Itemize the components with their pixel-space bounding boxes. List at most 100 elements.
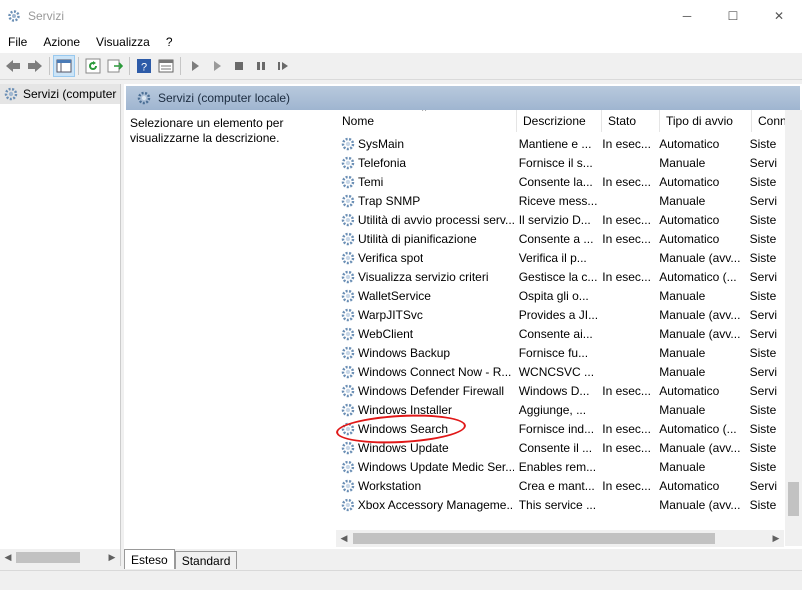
close-button[interactable]: ✕ <box>756 0 802 31</box>
column-header-description[interactable]: Descrizione <box>517 110 602 132</box>
forward-button[interactable] <box>24 55 46 77</box>
service-description: Crea e mant... <box>518 478 595 493</box>
service-state: In esec... <box>602 421 651 436</box>
service-name: WarpJITSvc <box>358 307 423 322</box>
scrollbar-thumb[interactable] <box>353 533 715 544</box>
service-state: In esec... <box>602 212 651 227</box>
service-logon: Servi <box>749 193 777 208</box>
scrollbar-thumb[interactable] <box>788 482 799 516</box>
service-startup-type: Automatico <box>659 478 720 493</box>
start-service-alt-button[interactable] <box>206 55 228 77</box>
console-tree-icon <box>56 59 72 73</box>
table-row[interactable]: Windows Search Fornisce ind... In esec... A… <box>336 419 784 438</box>
menu-azione[interactable]: Azione <box>35 35 88 49</box>
help-button[interactable]: ? <box>133 55 155 77</box>
status-bar <box>0 570 802 590</box>
service-name-cell: Trap SNMP <box>336 193 514 209</box>
service-description: Verifica il p... <box>518 250 587 265</box>
table-row[interactable]: WarpJITSvc Provides a JI... Manuale (avv..… <box>336 305 784 324</box>
start-service-button[interactable] <box>184 55 206 77</box>
service-name: Visualizza servizio criteri <box>358 269 489 284</box>
export-list-button[interactable] <box>104 55 126 77</box>
toolbar-separator <box>129 57 130 75</box>
service-description: Aggiunge, ... <box>518 402 587 417</box>
table-row[interactable]: WalletService Ospita gli o... Manuale Siste <box>336 286 784 305</box>
table-row[interactable]: Temi Consente la... In esec... Automatico Si… <box>336 172 784 191</box>
column-header-name[interactable]: ^ Nome <box>336 110 517 132</box>
list-horizontal-scrollbar[interactable]: ◀ ▶ <box>336 530 784 547</box>
table-row[interactable]: Windows Backup Fornisce fu... Manuale Siste <box>336 343 784 362</box>
table-row[interactable]: Verifica spot Verifica il p... Manuale (av… <box>336 248 784 267</box>
table-row[interactable]: Windows Defender Firewall Windows D... In … <box>336 381 784 400</box>
table-row[interactable]: Windows Installer Aggiunge, ... Manuale Sis… <box>336 400 784 419</box>
table-row[interactable]: Windows Update Consente il ... In esec... M… <box>336 438 784 457</box>
service-name-cell: Windows Search <box>336 421 514 437</box>
menu-help[interactable]: ? <box>158 35 181 49</box>
menu-visualizza[interactable]: Visualizza <box>88 35 158 49</box>
minimize-button[interactable]: ─ <box>664 0 710 31</box>
pane-title: Servizi (computer locale) <box>158 91 291 105</box>
properties-button[interactable] <box>155 55 177 77</box>
service-description: WCNCSVC ... <box>518 364 595 379</box>
scroll-left-arrow-icon[interactable]: ◀ <box>0 549 16 566</box>
table-row[interactable]: WebClient Consente ai... Manuale (avv... Se… <box>336 324 784 343</box>
service-logon: Siste <box>749 136 777 151</box>
table-row[interactable]: Windows Connect Now - R... WCNCSVC ... Man… <box>336 362 784 381</box>
table-row[interactable]: SysMain Mantiene e ... In esec... Automatic… <box>336 134 784 153</box>
service-startup-type: Manuale (avv... <box>659 326 741 341</box>
service-gear-icon <box>340 307 356 323</box>
service-description: Fornisce ind... <box>518 421 595 436</box>
table-row[interactable]: Xbox Accessory Manageme... This service .… <box>336 495 784 514</box>
table-row[interactable]: Visualizza servizio criteri Gestisce la c… <box>336 267 784 286</box>
table-row[interactable]: Windows Update Medic Ser... Enables rem..… <box>336 457 784 476</box>
service-gear-icon <box>340 421 356 437</box>
table-row[interactable]: Telefonia Fornisce il s... Manuale Servi <box>336 153 784 172</box>
column-header-startup[interactable]: Tipo di avvio <box>660 110 752 132</box>
table-row[interactable]: Trap SNMP Riceve mess... Manuale Servi <box>336 191 784 210</box>
service-name: WalletService <box>358 288 431 303</box>
service-name-cell: Windows Connect Now - R... <box>336 364 514 380</box>
scrollbar-thumb[interactable] <box>16 552 80 563</box>
service-description: Consente la... <box>518 174 593 189</box>
table-row[interactable]: Workstation Crea e mant... In esec... Autom… <box>336 476 784 495</box>
show-tree-button[interactable] <box>53 55 75 77</box>
tree-horizontal-scrollbar[interactable]: ◀ ▶ <box>0 549 120 566</box>
services-gear-icon <box>4 87 18 101</box>
service-gear-icon <box>340 364 356 380</box>
service-name-cell: Xbox Accessory Manageme... <box>336 497 514 513</box>
stop-service-button[interactable] <box>228 55 250 77</box>
tree-item-services[interactable]: Servizi (computer <box>0 84 120 104</box>
service-logon: Siste <box>749 421 777 436</box>
service-name: WebClient <box>358 326 414 341</box>
list-vertical-scrollbar[interactable] <box>785 110 802 546</box>
refresh-button[interactable] <box>82 55 104 77</box>
pause-service-button[interactable] <box>250 55 272 77</box>
service-logon: Servi <box>749 326 777 341</box>
service-name-cell: Visualizza servizio criteri <box>336 269 514 285</box>
column-header-row: ^ Nome Descrizione Stato Tipo di avvio C… <box>336 110 796 132</box>
service-name: Xbox Accessory Manageme... <box>357 497 514 512</box>
service-logon: Servi <box>749 383 777 398</box>
service-startup-type: Automatico <box>659 383 720 398</box>
scroll-right-arrow-icon[interactable]: ▶ <box>768 530 784 547</box>
service-name-cell: Temi <box>336 174 514 190</box>
maximize-button[interactable]: ☐ <box>710 0 756 31</box>
service-gear-icon <box>340 478 356 494</box>
menu-file[interactable]: File <box>0 35 35 49</box>
column-header-state[interactable]: Stato <box>602 110 660 132</box>
table-row[interactable]: Utilità di pianificazione Consente a ... I… <box>336 229 784 248</box>
console-tree: Servizi (computer ◀ ▶ <box>0 84 121 566</box>
restart-service-button[interactable] <box>272 55 294 77</box>
tab-extended[interactable]: Esteso <box>124 549 175 569</box>
toolbar-separator <box>49 57 50 75</box>
scroll-left-arrow-icon[interactable]: ◀ <box>336 530 352 547</box>
back-button[interactable] <box>2 55 24 77</box>
help-icon: ? <box>137 59 151 74</box>
scroll-right-arrow-icon[interactable]: ▶ <box>104 549 120 566</box>
service-name: Verifica spot <box>358 250 424 265</box>
table-row[interactable]: Utilità di avvio processi serv... Il serv… <box>336 210 784 229</box>
tab-standard[interactable]: Standard <box>174 551 238 569</box>
service-startup-type: Manuale <box>659 402 706 417</box>
service-gear-icon <box>340 402 356 418</box>
service-startup-type: Manuale (avv... <box>659 440 741 455</box>
